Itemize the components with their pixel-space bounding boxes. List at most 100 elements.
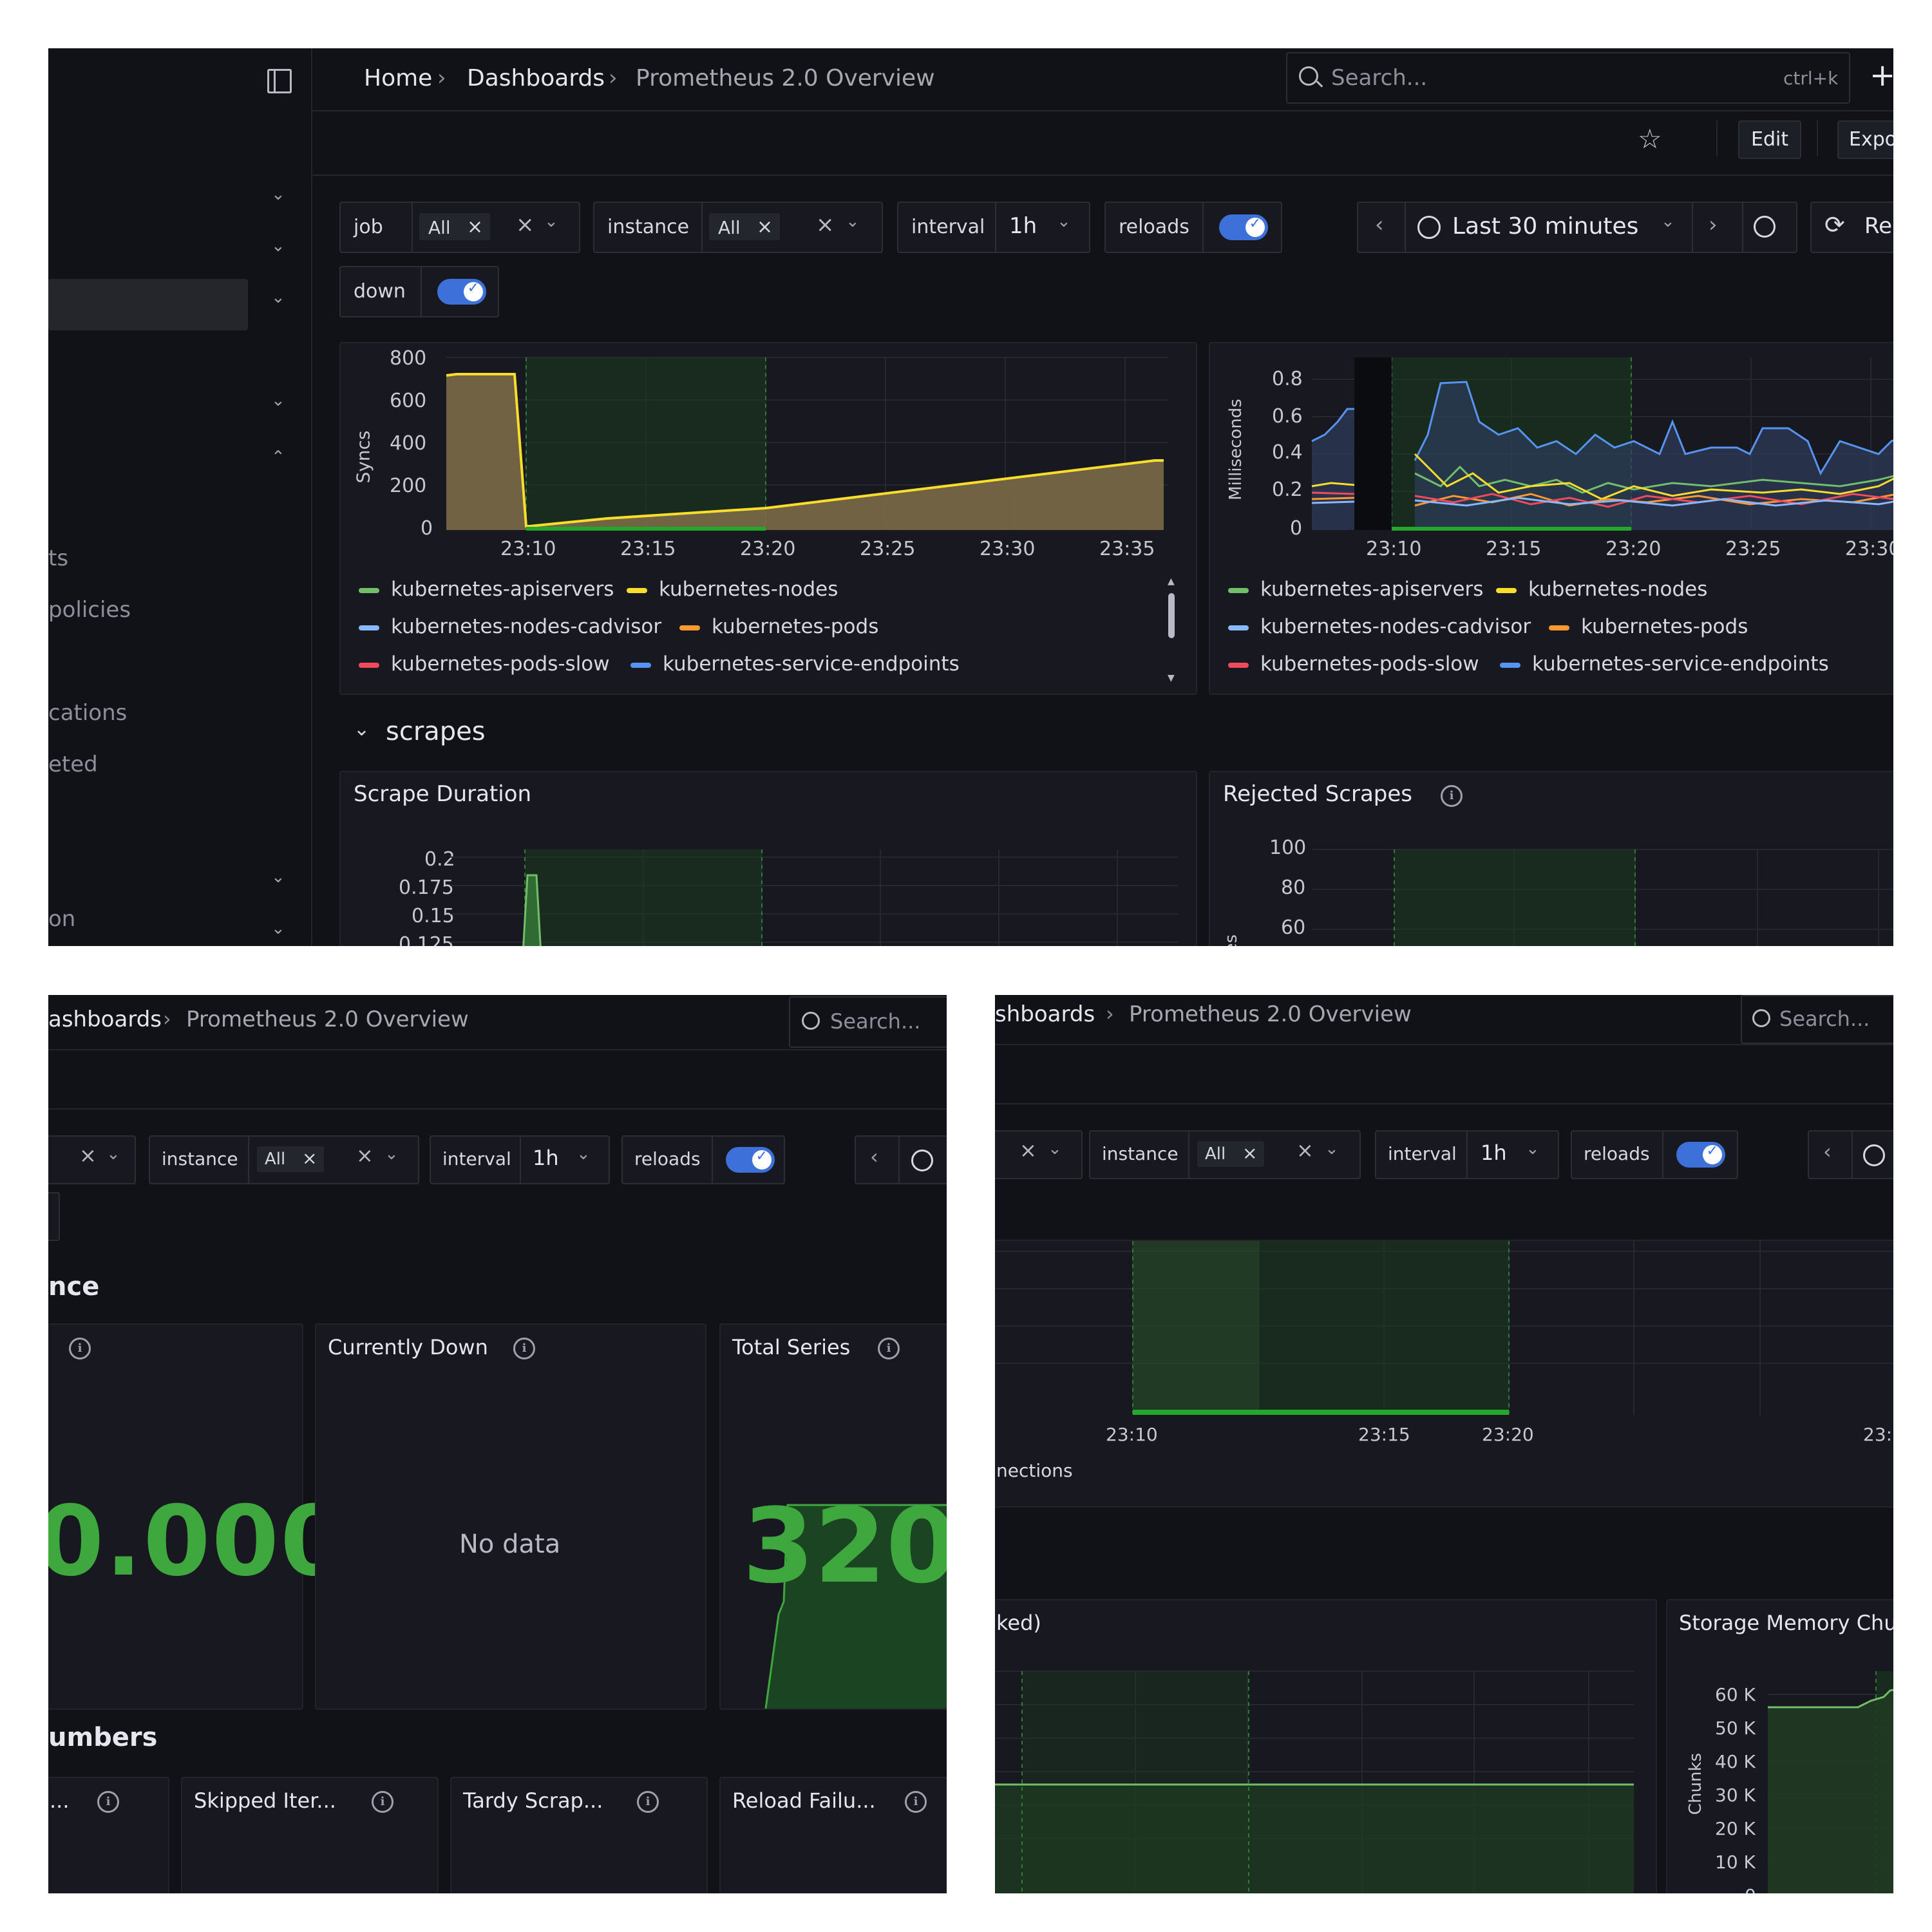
variable-job[interactable]: × ⌄ [48, 1135, 136, 1184]
time-back-icon[interactable]: ‹ [1375, 212, 1384, 238]
time-back-icon[interactable]: ‹ [1823, 1139, 1832, 1164]
chevron-down-icon[interactable]: ⌄ [384, 1144, 399, 1164]
breadcrumb-dashboards[interactable]: shboards [995, 1001, 1095, 1027]
chevron-down-icon[interactable]: ⌄ [271, 391, 285, 410]
time-forward-icon[interactable]: › [1709, 212, 1718, 238]
info-icon[interactable]: i [69, 1338, 91, 1359]
variable-instance[interactable]: instance All × × ⌄ [1089, 1130, 1361, 1179]
legend-item[interactable]: kubernetes-apiservers [359, 578, 614, 601]
clear-icon[interactable]: × [1296, 1138, 1314, 1162]
variable-reloads[interactable]: reloads ✓ [621, 1135, 785, 1184]
collapse-icon[interactable]: ⌄ [354, 718, 370, 741]
breadcrumb-home[interactable]: Home [364, 65, 432, 91]
legend-item[interactable]: kubernetes-pods [679, 615, 878, 638]
chevron-down-icon[interactable]: ⌄ [271, 919, 285, 938]
dock-menu-icon[interactable] [267, 69, 292, 93]
remove-tag-icon[interactable]: × [1242, 1142, 1257, 1164]
info-icon[interactable]: i [905, 1791, 927, 1813]
legend-item[interactable]: kubernetes-pods [1549, 615, 1748, 638]
panel-title[interactable]: Storage Memory Chu [1679, 1611, 1893, 1635]
variable-instance[interactable]: instance All × × ⌄ [593, 202, 883, 253]
sidebar-active-item[interactable] [48, 279, 248, 330]
clear-icon[interactable]: × [516, 212, 535, 238]
info-icon[interactable]: i [97, 1791, 119, 1813]
legend-item[interactable]: kubernetes-nodes [627, 578, 838, 601]
chevron-down-icon[interactable]: ⌄ [1526, 1139, 1540, 1159]
variable-interval[interactable]: interval 1h ⌄ [897, 202, 1090, 253]
chevron-down-icon[interactable]: ⌄ [544, 212, 558, 231]
reloads-toggle[interactable]: ✓ [726, 1147, 775, 1173]
refresh-button[interactable]: ⟳ Re [1810, 202, 1893, 253]
variable-job[interactable]: × ⌄ [995, 1130, 1083, 1179]
star-icon[interactable]: ☆ [1638, 123, 1662, 155]
sidebar-item-label[interactable]: ts [48, 545, 68, 571]
search-input[interactable]: Search... [1741, 995, 1893, 1044]
section-title-scrapes[interactable]: scrapes [386, 717, 486, 746]
chevron-down-icon[interactable]: ⌄ [271, 288, 285, 307]
time-back-icon[interactable]: ‹ [870, 1144, 878, 1169]
search-input[interactable]: Search... [789, 996, 947, 1048]
clear-icon[interactable]: × [79, 1143, 97, 1168]
section-title[interactable]: umbers [48, 1723, 157, 1752]
time-range-picker[interactable]: Last 30 minutes [1452, 213, 1638, 240]
sidebar-item-label[interactable]: cations [48, 700, 127, 726]
panel-title[interactable]: Reload Failu... [732, 1788, 876, 1813]
panel-title[interactable]: Scrape Duration [354, 781, 531, 807]
variable-down[interactable]: down ✓ [339, 266, 499, 317]
chevron-down-icon[interactable]: ⌄ [271, 236, 285, 256]
job-value-tag[interactable]: All × [419, 213, 490, 240]
panel-title[interactable]: Skipped Iter... [194, 1788, 336, 1813]
export-button[interactable]: Expo [1837, 120, 1893, 159]
sidebar-item-label[interactable]: eted [48, 752, 98, 777]
variable-interval[interactable]: interval 1h ⌄ [430, 1135, 610, 1184]
legend-item[interactable]: kubernetes-pods-slow [1228, 652, 1479, 676]
reloads-toggle[interactable]: ✓ [1219, 214, 1268, 240]
info-icon[interactable]: i [637, 1791, 659, 1813]
sidebar-item-label[interactable]: policies [48, 597, 131, 623]
chevron-up-icon[interactable]: ⌃ [271, 448, 285, 467]
variable-job[interactable]: job All × × ⌄ [339, 202, 580, 253]
breadcrumb-dashboards[interactable]: Dashboards [467, 65, 605, 91]
variable-interval[interactable]: interval 1h ⌄ [1375, 1130, 1559, 1179]
chevron-down-icon[interactable]: ⌄ [271, 185, 285, 204]
chevron-down-icon[interactable]: ⌄ [271, 867, 285, 887]
chevron-down-icon[interactable]: ⌄ [106, 1144, 120, 1164]
clear-icon[interactable]: × [816, 212, 835, 238]
remove-tag-icon[interactable]: × [757, 216, 773, 238]
chevron-down-icon[interactable]: ⌄ [846, 212, 860, 231]
variable-reloads[interactable]: reloads ✓ [1104, 202, 1282, 253]
legend-item[interactable]: kubernetes-nodes-cadvisor [1228, 615, 1531, 638]
panel-title[interactable]: ked) [996, 1611, 1041, 1635]
section-title[interactable]: nce [48, 1272, 99, 1302]
add-icon[interactable]: + [1870, 57, 1893, 93]
legend-item[interactable]: kubernetes-service-endpoints [1500, 652, 1829, 676]
info-icon[interactable]: i [513, 1338, 535, 1359]
clear-icon[interactable]: × [1019, 1138, 1037, 1162]
instance-value-tag[interactable]: All × [257, 1146, 324, 1172]
breadcrumb-dashboards[interactable]: ashboards [48, 1007, 162, 1032]
instance-value-tag[interactable]: All × [709, 213, 780, 240]
clear-icon[interactable]: × [356, 1143, 374, 1168]
legend-item[interactable]: nections [996, 1460, 1073, 1481]
info-icon[interactable]: i [1441, 785, 1463, 807]
search-input[interactable]: Search... ctrl+k [1286, 52, 1850, 104]
panel-title[interactable]: Rejected Scrapes [1223, 781, 1412, 807]
legend-item[interactable]: kubernetes-nodes [1496, 578, 1707, 601]
remove-tag-icon[interactable]: × [467, 216, 483, 238]
chevron-down-icon[interactable]: ⌄ [1048, 1139, 1062, 1159]
down-toggle[interactable]: ✓ [437, 279, 486, 305]
instance-value-tag[interactable]: All × [1197, 1141, 1264, 1167]
info-icon[interactable]: i [372, 1791, 393, 1813]
edit-button[interactable]: Edit [1738, 120, 1801, 159]
panel-title[interactable]: Tardy Scrap... [463, 1788, 603, 1813]
chevron-down-icon[interactable]: ⌄ [1057, 212, 1071, 231]
chevron-down-icon[interactable]: ⌄ [576, 1144, 591, 1164]
sidebar-item-label[interactable]: on [48, 906, 75, 932]
variable-instance[interactable]: instance All × × ⌄ [149, 1135, 419, 1184]
chevron-down-icon[interactable]: ⌄ [1661, 212, 1675, 231]
info-icon[interactable]: i [878, 1338, 900, 1359]
variable-reloads[interactable]: reloads ✓ [1571, 1130, 1738, 1179]
reloads-toggle[interactable]: ✓ [1676, 1142, 1725, 1168]
legend-scrollbar[interactable]: ▲ ▼ [1166, 576, 1177, 686]
zoom-out-icon[interactable] [1754, 216, 1776, 238]
